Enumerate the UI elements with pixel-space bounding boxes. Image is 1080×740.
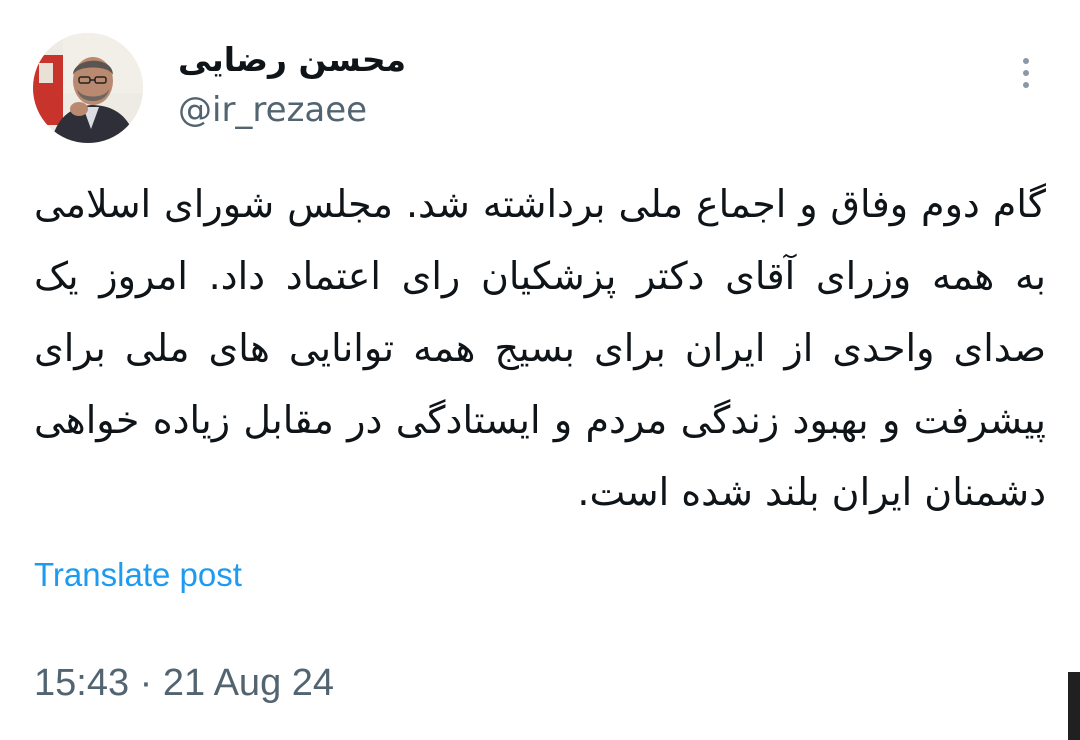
more-vertical-icon xyxy=(1008,58,1044,88)
tweet-view: محسن رضایی @ir_rezaee گام دوم وفاق و اجم… xyxy=(0,0,1080,740)
tweet-text: گام دوم وفاق و اجماع ملی برداشته شد. مجل… xyxy=(34,182,1046,514)
user-handle[interactable]: @ir_rezaee xyxy=(178,90,367,130)
translate-post-link[interactable]: Translate post xyxy=(34,556,242,594)
post-timestamp[interactable]: 15:43 · 21 Aug 24 xyxy=(34,662,334,705)
scrollbar[interactable] xyxy=(1068,672,1080,740)
more-options-button[interactable] xyxy=(1008,58,1044,98)
display-name[interactable]: محسن رضایی xyxy=(178,40,406,79)
profile-photo-icon xyxy=(33,33,143,143)
avatar[interactable] xyxy=(33,33,143,143)
